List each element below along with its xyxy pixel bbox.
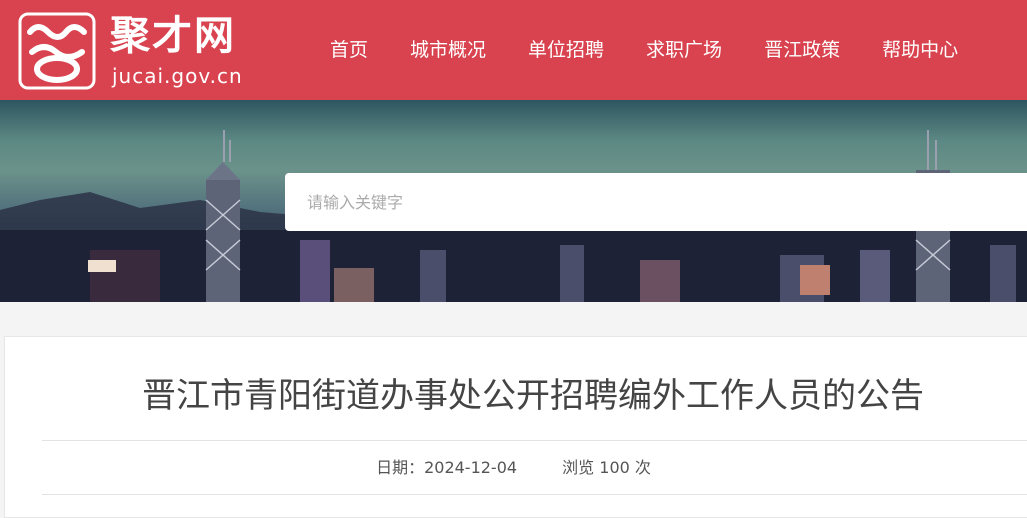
site-logo[interactable]: 聚才网 jucai.gov.cn xyxy=(18,10,268,92)
nav-item-help-center[interactable]: 帮助中心 xyxy=(882,30,958,70)
views-count: 100 xyxy=(599,458,630,477)
search-input[interactable] xyxy=(285,173,1027,231)
site-header: 聚才网 jucai.gov.cn 首页 城市概况 单位招聘 求职广场 晋江政策 … xyxy=(0,0,1027,100)
title-divider xyxy=(42,440,1027,441)
nav-item-jinjiang-policy[interactable]: 晋江政策 xyxy=(764,30,840,70)
nav-item-employer-recruitment[interactable]: 单位招聘 xyxy=(528,30,604,70)
logo-title: 聚才网 xyxy=(110,13,236,59)
article-title: 晋江市青阳街道办事处公开招聘编外工作人员的公告 xyxy=(142,376,924,416)
meta-divider xyxy=(42,494,1027,495)
nav-item-job-square[interactable]: 求职广场 xyxy=(646,30,722,70)
publish-date: 2024-12-04 xyxy=(424,458,518,477)
date-label: 日期： xyxy=(376,458,425,477)
main-nav: 首页 城市概况 单位招聘 求职广场 晋江政策 帮助中心 xyxy=(330,30,1000,70)
logo-emblem-icon xyxy=(18,12,96,90)
article-meta: 日期：2024-12-04 浏览 100 次 xyxy=(0,454,1027,482)
nav-item-city-overview[interactable]: 城市概况 xyxy=(410,30,486,70)
article-card xyxy=(4,336,1027,518)
views-unit: 次 xyxy=(634,458,651,477)
views-label: 浏览 xyxy=(562,458,595,477)
logo-domain: jucai.gov.cn xyxy=(112,64,243,88)
nav-item-home[interactable]: 首页 xyxy=(330,30,368,70)
